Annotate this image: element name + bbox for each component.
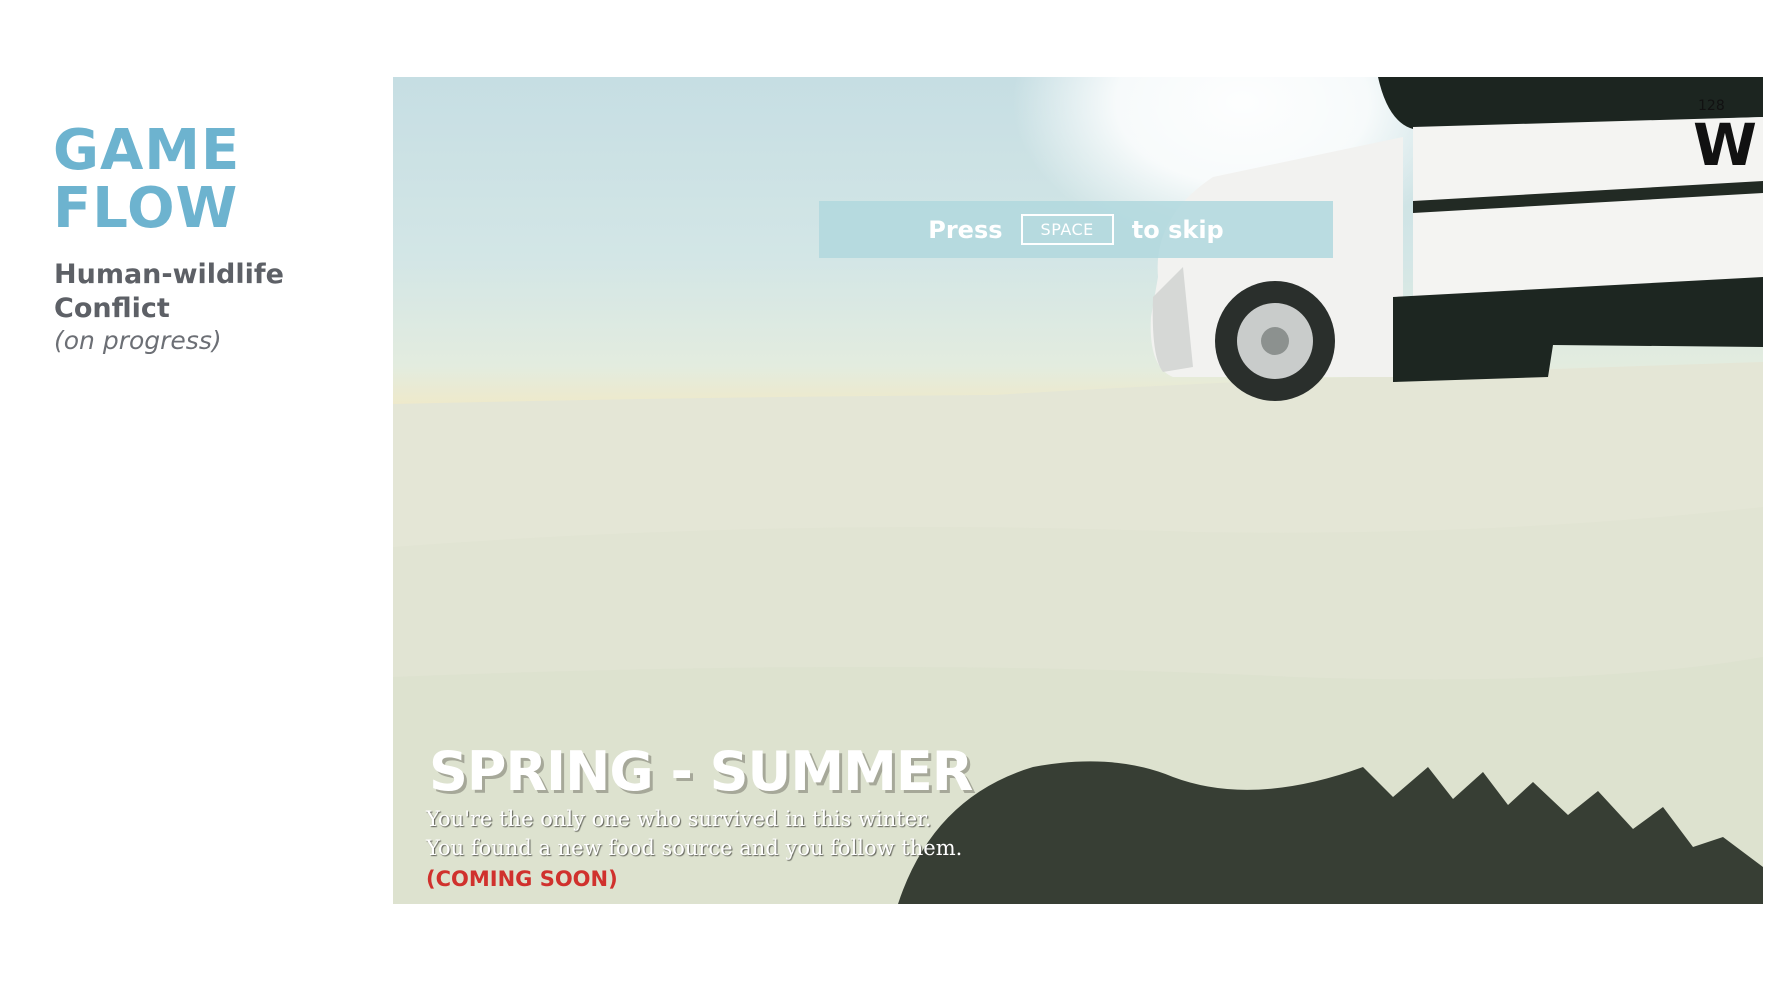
story-line-2: You found a new food source and you foll… — [426, 836, 963, 860]
game-viewport: 128 W Press SPACE to skip SPRING - SUMME… — [393, 77, 1763, 904]
truck-sign-letter: W — [1693, 111, 1757, 179]
slide-subtitle: Human-wildlife Conflict — [54, 259, 284, 324]
season-title: SPRING - SUMMER — [429, 740, 973, 803]
story-line-1: You're the only one who survived in this… — [426, 807, 932, 831]
skip-action-label: to skip — [1131, 215, 1224, 244]
slide-title: GAME FLOW — [53, 122, 240, 238]
coming-soon-label: (COMING SOON) — [426, 867, 618, 891]
story-text: You're the only one who survived in this… — [426, 805, 962, 863]
slide-title-line1: GAME — [53, 118, 241, 183]
skip-press-label: Press — [928, 215, 1003, 244]
slide-note: (on progress) — [54, 326, 222, 355]
slide-title-line2: FLOW — [53, 176, 239, 241]
skip-prompt[interactable]: Press SPACE to skip — [819, 201, 1333, 258]
space-key-badge: SPACE — [1020, 214, 1114, 245]
truck-hub-center — [1261, 327, 1289, 355]
